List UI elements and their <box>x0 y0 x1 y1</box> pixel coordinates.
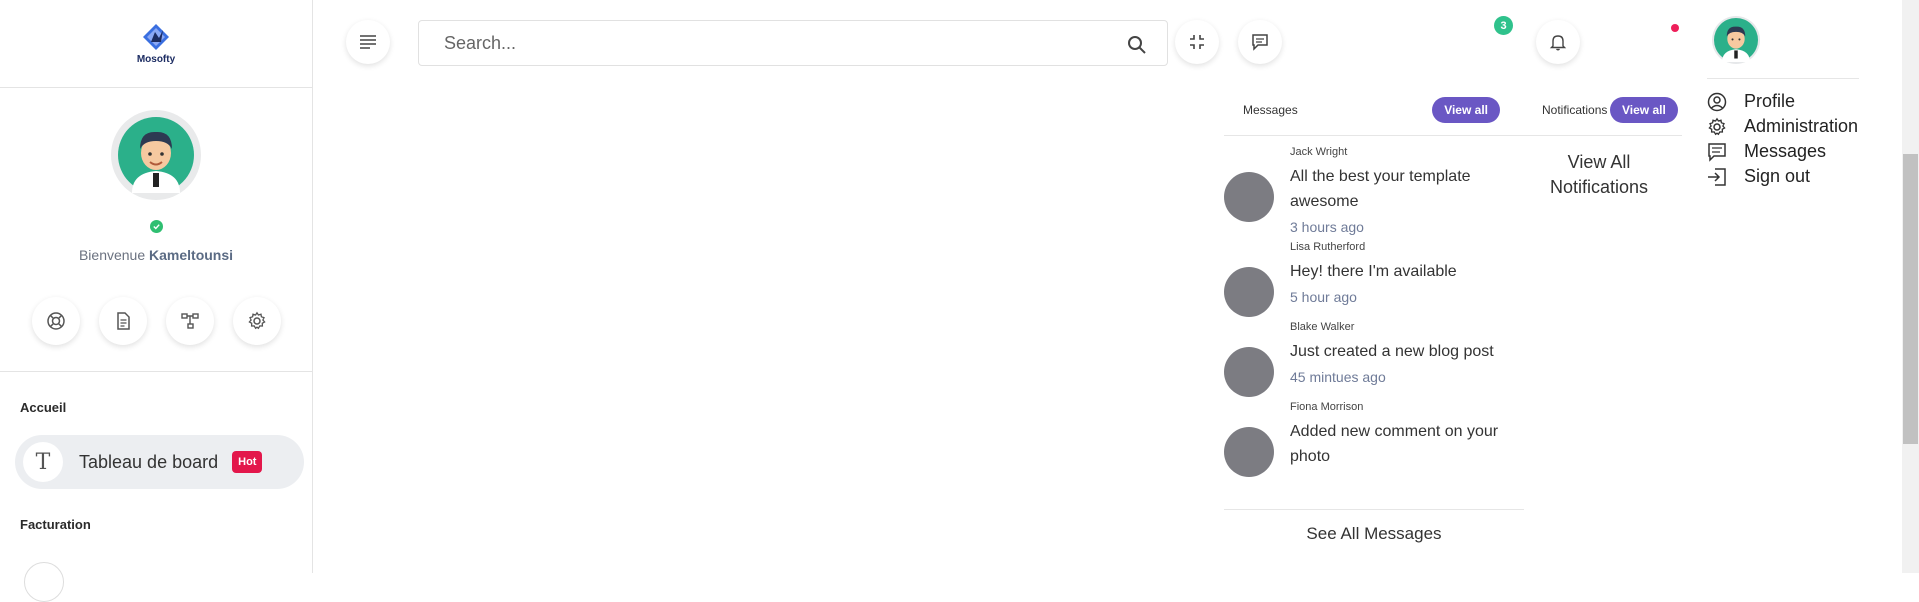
support-button[interactable] <box>31 297 80 345</box>
message-text: Just created a new blog post <box>1290 343 1494 360</box>
avatar <box>1224 267 1274 317</box>
message-count-badge: 3 <box>1494 16 1513 35</box>
message-time: 45 mintues ago <box>1290 369 1386 385</box>
hierarchy-icon <box>180 313 199 329</box>
logo-text: Mosofty <box>136 54 176 65</box>
view-all-notifications-link[interactable]: View All Notifications <box>1522 150 1682 200</box>
message-text: Added new comment on your photo <box>1290 423 1499 465</box>
menu-item-label: Profile <box>1744 91 1796 111</box>
logo-icon <box>143 24 169 50</box>
user-avatar-icon <box>118 117 194 193</box>
message-time: 3 hours ago <box>1290 219 1364 235</box>
sidebar-item-label: Tableau de board <box>79 451 219 472</box>
messages-title: Messages <box>1243 102 1298 117</box>
sidebar-divider <box>0 371 312 372</box>
sidebar-item-facturation-icon[interactable] <box>24 562 64 602</box>
document-icon <box>116 312 130 330</box>
notifications-button[interactable] <box>1536 20 1580 64</box>
user-avatar-icon <box>1714 18 1758 62</box>
online-status-icon <box>149 220 163 233</box>
message-sender: Fiona Morrison <box>1290 401 1364 413</box>
section-title-accueil: Accueil <box>20 400 67 415</box>
avatar <box>1224 172 1274 222</box>
message-sender: Jack Wright <box>1290 146 1348 158</box>
document-button[interactable] <box>98 297 147 345</box>
chat-icon <box>1708 142 1726 162</box>
messages-dropdown: Messages View all Jack Wright All the be… <box>1224 84 1524 573</box>
welcome-text: Bienvenue Kameltounsi <box>79 247 233 263</box>
menu-item-label: Administration <box>1744 116 1859 136</box>
messages-header: Messages View all <box>1224 84 1522 136</box>
list-item[interactable]: Fiona Morrison Added new comment on your… <box>1224 401 1522 477</box>
menu-item-profile[interactable]: Profile <box>1707 89 1859 114</box>
welcome-prefix: Bienvenue <box>78 247 146 263</box>
message-sender: Blake Walker <box>1290 321 1355 333</box>
notification-dot <box>1671 24 1679 32</box>
message-text: All the best your template awesome <box>1290 168 1471 210</box>
list-item[interactable]: Blake Walker Just created a new blog pos… <box>1224 321 1522 397</box>
search-bar <box>418 20 1168 66</box>
hamburger-icon <box>360 35 376 49</box>
menu-item-label: Sign out <box>1744 166 1811 186</box>
menu-item-label: Messages <box>1744 141 1827 161</box>
user-circle-icon <box>1707 92 1727 111</box>
gear-icon <box>1708 117 1726 135</box>
search-input[interactable] <box>444 32 1094 54</box>
menu-item-messages[interactable]: Messages <box>1707 139 1859 164</box>
sidebar-item-tableau-de-board[interactable]: T Tableau de board Hot <box>15 435 304 489</box>
list-item[interactable]: Lisa Rutherford Hey! there I'm available… <box>1224 241 1522 317</box>
user-profile: Bienvenue Kameltounsi <box>0 88 312 263</box>
support-icon <box>46 312 65 330</box>
menu-toggle-button[interactable] <box>346 20 390 64</box>
page-scrollbar[interactable] <box>1902 0 1919 573</box>
notifications-view-all-button[interactable]: View all <box>1610 96 1678 123</box>
messages-button[interactable] <box>1238 20 1282 64</box>
username: Kameltounsi <box>149 247 234 263</box>
settings-button[interactable] <box>232 297 281 345</box>
quick-actions <box>0 297 312 345</box>
list-item[interactable]: Jack Wright All the best your template a… <box>1224 146 1522 237</box>
profile-dropdown: Profile Administration Messages Sign out <box>1707 78 1859 189</box>
message-time: 5 hour ago <box>1290 289 1357 305</box>
notifications-dropdown: Notifications View all View All Notifica… <box>1522 84 1682 204</box>
logo[interactable]: Mosofty <box>0 0 312 88</box>
sign-out-icon <box>1708 167 1726 186</box>
message-sender: Lisa Rutherford <box>1290 241 1366 253</box>
bell-icon <box>1549 35 1567 51</box>
see-all-messages-link[interactable]: See All Messages <box>1224 509 1524 557</box>
chat-icon <box>1252 34 1268 51</box>
search-icon[interactable] <box>1127 35 1147 55</box>
menu-item-administration[interactable]: Administration <box>1707 114 1859 139</box>
notifications-header: Notifications View all <box>1522 84 1682 136</box>
fullscreen-exit-icon <box>1190 35 1204 49</box>
menu-item-sign-out[interactable]: Sign out <box>1707 164 1859 189</box>
settings-icon <box>247 311 266 330</box>
fullscreen-exit-button[interactable] <box>1175 20 1219 64</box>
avatar <box>1224 347 1274 397</box>
profile-avatar-button[interactable] <box>1712 16 1760 64</box>
sidebar: Mosofty Bienvenue Kameltounsi Accueil T … <box>0 0 313 602</box>
hierarchy-button[interactable] <box>165 297 214 345</box>
avatar <box>1224 427 1274 477</box>
hot-badge: Hot <box>232 451 263 473</box>
message-text: Hey! there I'm available <box>1290 263 1457 280</box>
scrollbar-thumb[interactable] <box>1903 154 1918 444</box>
menu-letter-icon: T <box>23 442 63 482</box>
section-title-facturation: Facturation <box>20 517 91 532</box>
messages-view-all-button[interactable]: View all <box>1432 96 1500 123</box>
avatar[interactable] <box>111 110 201 200</box>
messages-list: Jack Wright All the best your template a… <box>1224 136 1522 511</box>
